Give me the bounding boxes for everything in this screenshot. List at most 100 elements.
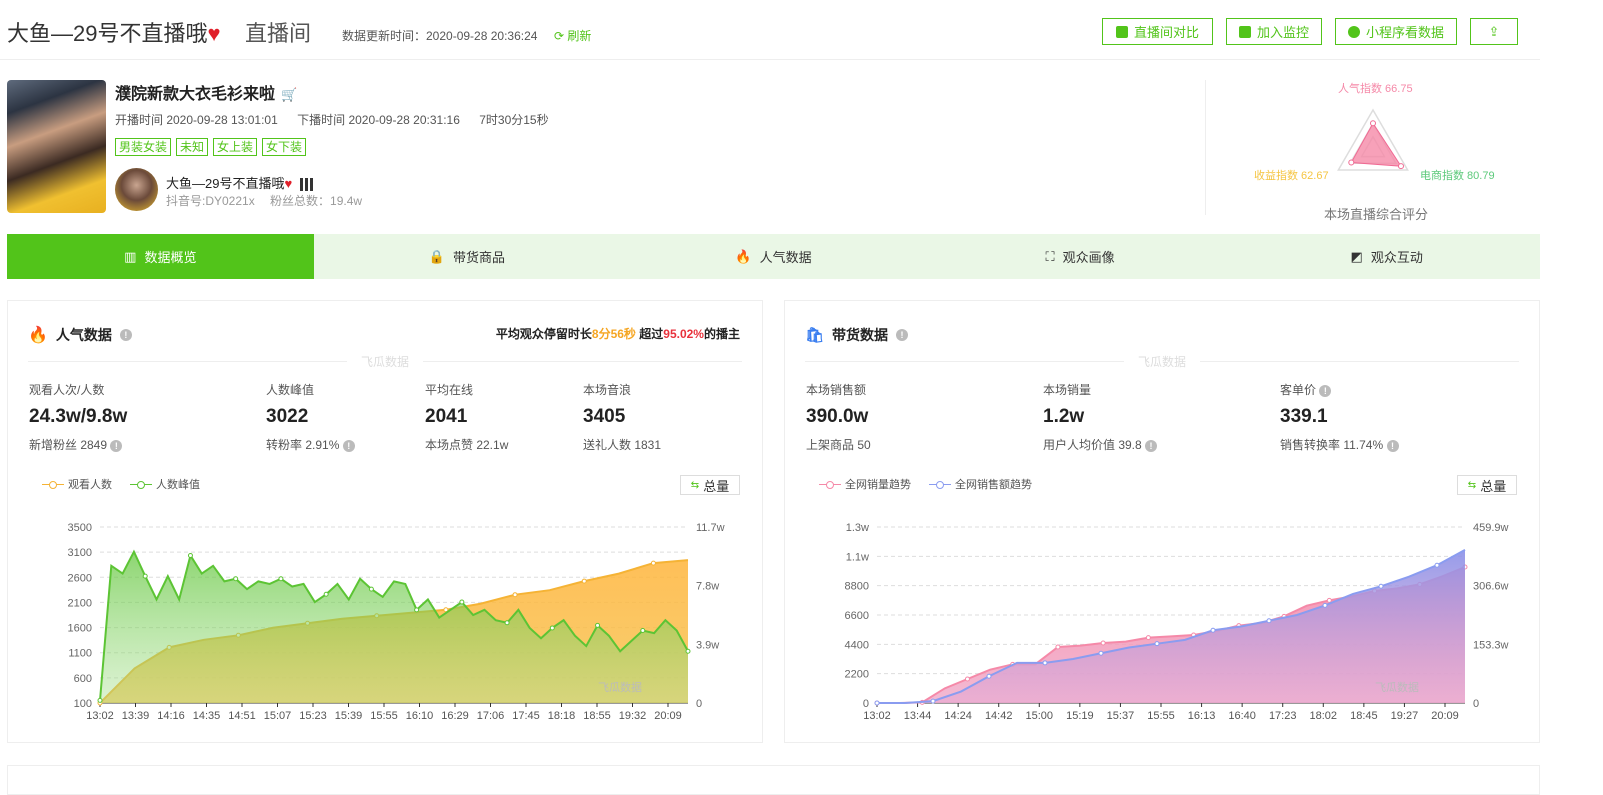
x-tick-label: 15:07 (264, 710, 292, 722)
stay-duration-note: 平均观众停留时长8分56秒 超过95.02%的播主 (495, 327, 740, 341)
total-toggle-button[interactable]: ⇆ 总量 (1457, 475, 1517, 495)
data-point (142, 573, 148, 579)
qr-code-icon[interactable] (300, 178, 314, 192)
x-tick-label: 13:02 (863, 710, 891, 722)
mini-program-icon (1347, 25, 1360, 38)
data-point (97, 697, 103, 703)
metric-sales-amount: 本场销售额 390.0w 上架商品 50 (806, 383, 871, 452)
add-monitor-button[interactable]: 加入监控 (1226, 18, 1322, 45)
info-icon[interactable]: ! (1145, 440, 1158, 452)
info-icon[interactable]: ! (342, 440, 355, 452)
info-icon[interactable]: ! (896, 329, 909, 341)
data-point (595, 622, 601, 628)
mini-program-button[interactable]: 小程序看数据 (1335, 18, 1457, 45)
data-point (1098, 650, 1104, 656)
chart-legend: 全网销量趋势 全网销售额趋势 (819, 476, 1032, 492)
y-left-tick: 3500 (68, 522, 92, 534)
share-button[interactable]: ⇪ (1470, 18, 1518, 45)
page-header: 大鱼—29号不直播哦♥ 直播间 数据更新时间：2020-09-28 20:36:… (0, 0, 1540, 60)
info-icon[interactable]: ! (1386, 440, 1399, 452)
popularity-chart: 100 600 1100 1600 2100 2600 3100 3500 0 3.9w 7.8w 1… (68, 522, 725, 722)
y-right-tick: 306.6w (1473, 581, 1509, 593)
tab-products[interactable]: 🔒 带货商品 (314, 234, 621, 279)
info-icon[interactable]: ! (119, 329, 132, 341)
data-point (512, 592, 518, 598)
share-icon: ⇪ (1488, 23, 1500, 39)
legend-item-viewers[interactable]: 观看人数 (42, 476, 112, 492)
y-left-tick: 1.1w (846, 551, 869, 563)
radar-caption: 本场直播综合评分 (1324, 207, 1429, 222)
x-tick-label: 18:55 (583, 710, 611, 722)
anchor-meta: 抖音号:DY0221x 粉丝总数：19.4w (166, 192, 374, 209)
tag[interactable]: 未知 (176, 138, 209, 156)
y-right-tick: 153.3w (1473, 639, 1509, 651)
info-icon[interactable]: ! (1319, 385, 1332, 397)
live-times: 开播时间 2020-09-28 13:01:01 下播时间 2020-09-28… (115, 111, 565, 128)
chart-watermark: 飞瓜数据 (598, 680, 642, 694)
chart-watermark: 飞瓜数据 (1375, 680, 1419, 694)
x-tick-label: 15:55 (370, 710, 398, 722)
info-icon[interactable]: ! (110, 440, 123, 452)
tab-audience-portrait[interactable]: ⛶ 观众画像 (927, 234, 1234, 279)
fans-count: 粉丝总数：19.4w (270, 194, 363, 208)
douyin-id: 抖音号:DY0221x (166, 194, 255, 208)
tag[interactable]: 女上装 (213, 138, 258, 156)
live-cover-image[interactable] (7, 80, 106, 213)
data-point (278, 576, 284, 582)
y-left-tick: 1100 (68, 648, 92, 660)
popularity-card: 🔥 人气数据! 平均观众停留时长8分56秒 超过95.02%的播主 飞瓜数据 观看… (7, 300, 763, 743)
anchor-avatar[interactable] (115, 168, 158, 211)
tag[interactable]: 男装女装 (115, 138, 172, 156)
y-left-tick: 600 (74, 673, 92, 685)
sales-card: 🛍 带货数据! 飞瓜数据 本场销售额 390.0w 上架商品 50 本场销量 1.2w 用… (784, 300, 1540, 743)
x-tick-label: 13:02 (86, 710, 114, 722)
metric-peak: 人数峰值 3022 转粉率 2.91% ! (266, 381, 355, 453)
data-point (685, 648, 691, 654)
data-point (1434, 562, 1440, 568)
x-tick-label: 16:13 (1188, 710, 1216, 722)
heart-icon: ♥ (284, 176, 293, 191)
data-point (187, 552, 193, 558)
x-tick-label: 15:55 (1147, 710, 1175, 722)
popularity-title: 🔥 人气数据! (28, 325, 132, 345)
legend-item-volume[interactable]: 全网销量趋势 (819, 476, 911, 492)
y-left-tick: 1600 (68, 623, 92, 635)
legend-item-amount[interactable]: 全网销售额趋势 (929, 476, 1032, 492)
data-point (640, 628, 646, 634)
heart-icon: ♥ (207, 21, 221, 46)
refresh-button[interactable]: ⟳ 刷新 (554, 27, 591, 44)
y-left-tick: 3100 (68, 547, 92, 559)
anchor-name[interactable]: 大鱼—29号不直播哦♥ (166, 173, 314, 192)
x-tick-label: 15:00 (1026, 710, 1054, 722)
y-right-tick: 0 (696, 698, 702, 710)
score-radar: 人气指数 66.75 电商指数 80.79 收益指数 62.67 本场直播综合评… (1205, 80, 1540, 222)
tab-popularity[interactable]: 🔥 人气数据 (620, 234, 927, 279)
data-point (874, 700, 880, 706)
radar-chart (1337, 108, 1409, 171)
metric-sales-volume: 本场销量 1.2w 用户人均价值 39.8 ! (1043, 381, 1158, 453)
x-tick-label: 19:27 (1391, 710, 1419, 722)
switch-icon: ⇆ (1467, 479, 1477, 491)
y-left-tick: 4400 (845, 639, 869, 651)
y-right-tick: 7.8w (696, 581, 719, 593)
sales-chart: 0 2200 4400 6600 8800 1.1w 1.3w 0 153.3w 306.6w 45… (845, 522, 1509, 722)
metric-unit-price: 客单价 ! 339.1 销售转换率 11.74% ! (1280, 381, 1399, 453)
compare-button[interactable]: 直播间对比 (1102, 18, 1213, 45)
y-right-tick: 0 (1473, 698, 1479, 710)
x-tick-label: 18:45 (1350, 710, 1378, 722)
y-right-tick: 3.9w (696, 639, 719, 651)
tag[interactable]: 女下装 (262, 138, 307, 156)
category-tags: 男装女装 未知 女上装 女下装 (115, 138, 307, 156)
data-point (1100, 640, 1106, 646)
duration: 7时30分15秒 (479, 113, 549, 127)
total-toggle-button[interactable]: ⇆ 总量 (680, 475, 740, 495)
next-section-card (7, 765, 1540, 795)
data-point (368, 586, 374, 592)
x-tick-label: 17:45 (512, 710, 540, 722)
legend-item-peak[interactable]: 人数峰值 (130, 476, 200, 492)
x-tick-label: 17:23 (1269, 710, 1297, 722)
data-point (323, 591, 329, 597)
tab-audience-interaction[interactable]: ◩ 观众互动 (1233, 234, 1540, 279)
tab-overview[interactable]: ▥ 数据概览 (7, 234, 314, 279)
x-tick-label: 16:10 (406, 710, 434, 722)
